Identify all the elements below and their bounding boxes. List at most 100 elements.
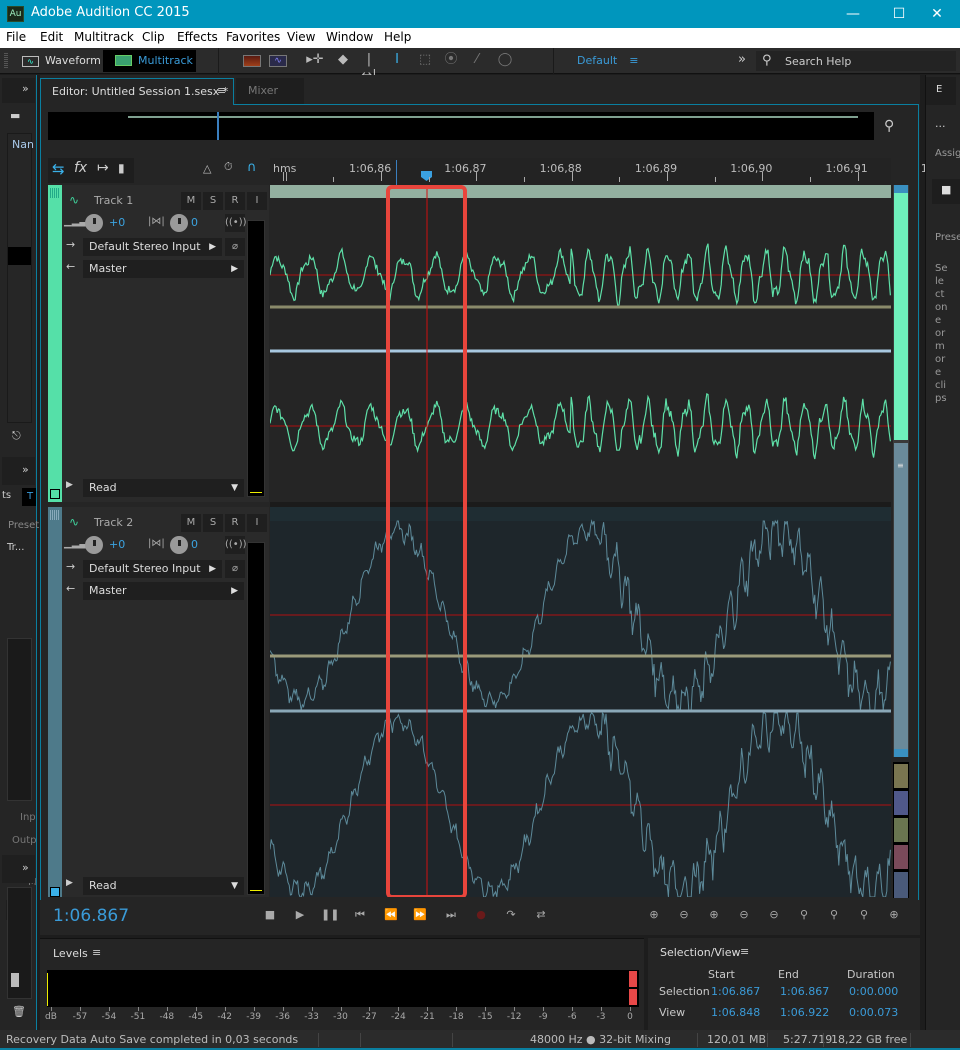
zoom-to-out-point-icon[interactable]: ⚲: [825, 907, 843, 923]
overflow-chevron-icon[interactable]: »: [733, 52, 751, 68]
eq-icon[interactable]: ▮: [118, 161, 125, 175]
time-ruler[interactable]: hms 1:06,86 1:06,87 1:06,88 1:06,89 1:06,90 1…: [270, 158, 960, 185]
timecode-display[interactable]: 1:06.867: [53, 906, 129, 926]
record-arm-button[interactable]: R: [225, 192, 245, 210]
menu-edit[interactable]: Edit: [40, 30, 63, 44]
input-route-select[interactable]: Default Stereo Input ▶: [83, 238, 222, 256]
menu-multitrack[interactable]: Multitrack: [74, 30, 134, 44]
razor-tool-icon[interactable]: ◆: [334, 52, 352, 68]
export-icon[interactable]: ⎋: [12, 429, 21, 443]
tab-effects[interactable]: ts: [2, 490, 11, 501]
time-selection-tool-icon[interactable]: I: [388, 52, 406, 68]
zoom-in-amplitude-icon[interactable]: ⊕: [645, 907, 663, 923]
menu-view[interactable]: View: [287, 30, 315, 44]
vertical-scrollbar[interactable]: ≡: [893, 185, 909, 757]
expand-chevron-icon[interactable]: »: [22, 82, 29, 95]
snap-magnet-icon[interactable]: ∩: [247, 160, 257, 175]
open-folder-icon[interactable]: ▬: [10, 109, 26, 122]
automation-mode-select[interactable]: Read ▼: [83, 479, 244, 497]
track-select-box[interactable]: [50, 489, 60, 499]
track-name[interactable]: Track 2: [94, 516, 133, 529]
pan-knob[interactable]: [170, 214, 188, 232]
brush-tool-icon[interactable]: ⁄: [468, 52, 486, 68]
volume-slider[interactable]: [7, 887, 32, 999]
zoom-to-in-point-icon[interactable]: ⚲: [795, 907, 813, 923]
waveform-canvas[interactable]: [270, 185, 891, 897]
menu-help[interactable]: Help: [384, 30, 411, 44]
record-arm-button[interactable]: R: [225, 514, 245, 532]
close-button[interactable]: ✕: [914, 0, 960, 28]
clip-indicator-right[interactable]: [629, 989, 637, 1005]
pan-value[interactable]: 0: [191, 216, 198, 229]
overview-navigator[interactable]: [48, 112, 874, 140]
playhead-handle[interactable]: [421, 171, 432, 181]
track-select-box[interactable]: [50, 887, 60, 897]
volume-knob[interactable]: [85, 536, 103, 554]
volume-value[interactable]: +0: [109, 538, 125, 551]
menu-clip[interactable]: Clip: [142, 30, 165, 44]
tab-essential[interactable]: E: [926, 77, 956, 105]
menu-file[interactable]: File: [6, 30, 26, 44]
slip-tool-icon[interactable]: |↔|: [360, 52, 378, 83]
spectral-pitch-icon[interactable]: ∿: [269, 55, 287, 67]
rewind-icon[interactable]: ⏪: [382, 907, 400, 923]
search-help-input[interactable]: ⚲ Search Help: [756, 51, 956, 71]
view-duration[interactable]: 0:00.073: [849, 1006, 898, 1019]
toolbar-grip[interactable]: [4, 53, 8, 69]
track-color-bar[interactable]: [48, 507, 62, 897]
output-route-select[interactable]: Master ▶: [83, 260, 244, 278]
expand-chevron-icon[interactable]: »: [22, 861, 29, 874]
zoom-out-amplitude-icon[interactable]: ⊖: [675, 907, 693, 923]
scroll-handle-bottom[interactable]: [894, 749, 908, 757]
view-start[interactable]: 1:06.848: [711, 1006, 760, 1019]
timer-icon[interactable]: ⏱: [224, 160, 233, 174]
zoom-to-selection-icon[interactable]: ⚲: [855, 907, 873, 923]
mute-button[interactable]: M: [181, 514, 201, 532]
view-end[interactable]: 1:06.922: [780, 1006, 829, 1019]
monitor-input-button[interactable]: I: [247, 192, 267, 210]
tracks-area[interactable]: [270, 185, 891, 897]
more-icon[interactable]: ...: [935, 117, 946, 130]
input-route-select[interactable]: Default Stereo Input ▶: [83, 560, 222, 578]
zoom-out-full-icon[interactable]: ⊖: [765, 907, 783, 923]
waveform-button[interactable]: ∿ Waveform: [22, 51, 102, 71]
automation-mode-select[interactable]: Read ▼: [83, 877, 244, 895]
record-icon[interactable]: ●: [472, 907, 490, 923]
mute-button[interactable]: M: [181, 192, 201, 210]
zoom-fit-icon[interactable]: ⚲: [884, 118, 894, 134]
spot-healing-icon[interactable]: ◯: [496, 52, 514, 68]
loop-icon[interactable]: ↷: [502, 907, 520, 923]
pan-value[interactable]: 0: [191, 538, 198, 551]
tab-mixer[interactable]: Mixer: [236, 78, 304, 104]
zoom-in-time-icon[interactable]: ⊕: [705, 907, 723, 923]
file-row-selected[interactable]: [8, 247, 31, 265]
grip-icon[interactable]: [50, 188, 60, 198]
menu-favorites[interactable]: Favorites: [226, 30, 280, 44]
stereo-icon[interactable]: ((•)): [225, 536, 247, 554]
move-tool-icon[interactable]: ▸✛: [306, 52, 324, 68]
volume-value[interactable]: +0: [109, 216, 125, 229]
fast-forward-icon[interactable]: ⏩: [411, 907, 429, 923]
expand-triangle-icon[interactable]: ▶: [66, 878, 73, 888]
phase-invert-icon[interactable]: ⌀: [225, 560, 245, 578]
solo-button[interactable]: S: [203, 514, 223, 532]
clip-indicator-left[interactable]: [629, 971, 637, 987]
play-icon[interactable]: ▶: [291, 907, 309, 923]
track-name[interactable]: Track 1: [94, 194, 133, 207]
expand-triangle-icon[interactable]: ▶: [66, 480, 73, 490]
comment-icon[interactable]: ■: [932, 179, 960, 204]
inputs-outputs-icon[interactable]: ⇆: [52, 160, 65, 178]
sends-icon[interactable]: ↦: [97, 160, 109, 176]
volume-knob[interactable]: [85, 214, 103, 232]
menu-window[interactable]: Window: [326, 30, 373, 44]
panel-menu-icon[interactable]: ≡: [740, 945, 749, 958]
metronome-icon[interactable]: △: [203, 162, 211, 175]
phase-invert-icon[interactable]: ⌀: [225, 238, 245, 256]
workspace-selector[interactable]: Default ≡: [577, 51, 638, 71]
minimize-button[interactable]: —: [830, 0, 876, 28]
selection-end[interactable]: 1:06.867: [780, 985, 829, 998]
pan-knob[interactable]: [170, 536, 188, 554]
menu-effects[interactable]: Effects: [177, 30, 218, 44]
solo-button[interactable]: S: [203, 192, 223, 210]
spectral-frequency-icon[interactable]: [243, 55, 261, 67]
